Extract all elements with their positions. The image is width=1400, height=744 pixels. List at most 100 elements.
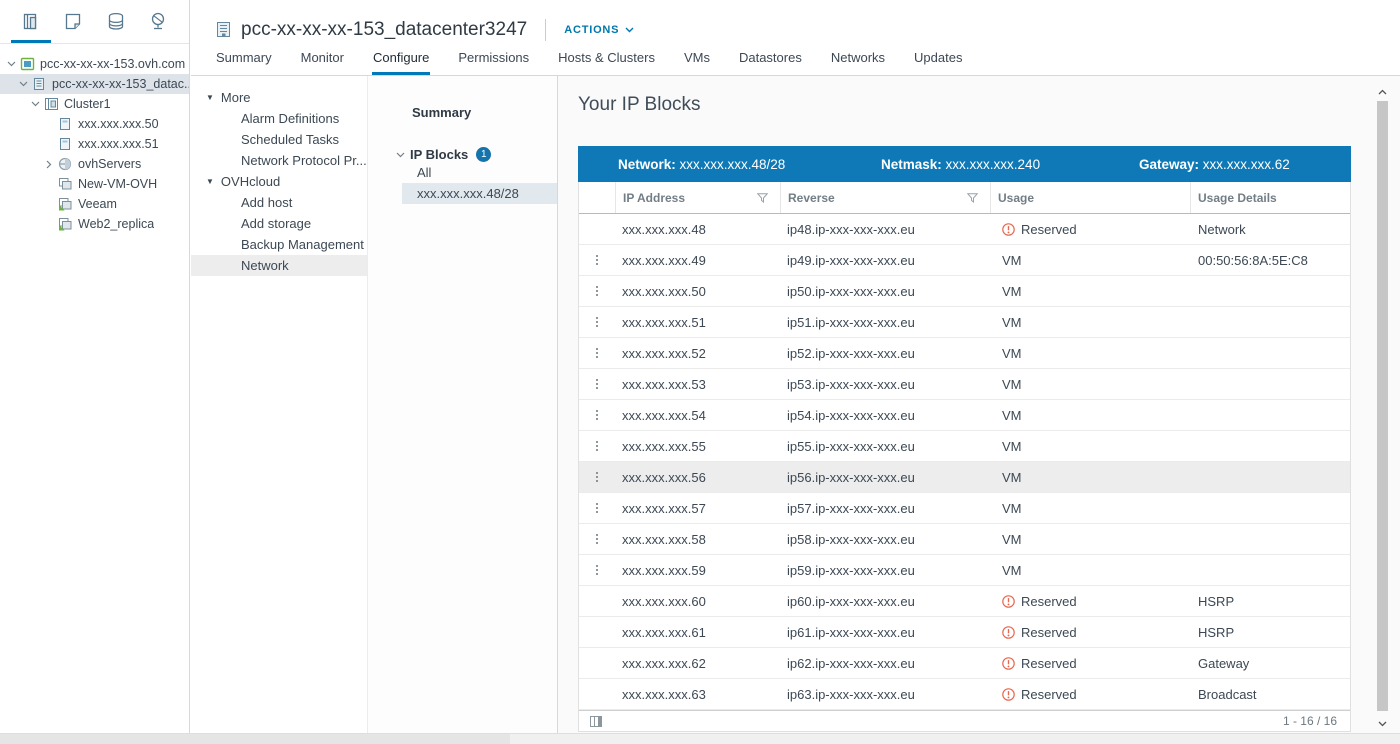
vms-and-templates-icon[interactable]: [56, 0, 90, 43]
usage-label: VM: [1002, 253, 1022, 268]
table-row[interactable]: xxx.xxx.xxx.51ip51.ip-xxx-xxx-xxx.euVM: [579, 307, 1350, 338]
configure-item-add-storage[interactable]: Add storage: [191, 213, 367, 234]
reverse-cell: ip59.ip-xxx-xxx-xxx.eu: [780, 563, 990, 578]
column-header-usage[interactable]: Usage: [990, 182, 1190, 213]
usage-label: VM: [1002, 377, 1022, 392]
configure-group-more[interactable]: ▼More: [191, 87, 367, 108]
tab-configure[interactable]: Configure: [372, 46, 430, 75]
usage-cell: VM: [990, 532, 1190, 547]
configure-item-backup-management[interactable]: Backup Management: [191, 234, 367, 255]
kebab-menu-icon[interactable]: [592, 344, 602, 362]
table-row[interactable]: xxx.xxx.xxx.63ip63.ip-xxx-xxx-xxx.euRese…: [579, 679, 1350, 710]
kebab-menu-icon[interactable]: [592, 437, 602, 455]
table-row[interactable]: xxx.xxx.xxx.55ip55.ip-xxx-xxx-xxx.euVM: [579, 431, 1350, 462]
column-header-ip-address[interactable]: IP Address: [615, 182, 780, 213]
tree-item[interactable]: xxx.xxx.xxx.50: [0, 114, 189, 134]
reverse-cell: ip60.ip-xxx-xxx-xxx.eu: [780, 594, 990, 609]
table-row[interactable]: xxx.xxx.xxx.60ip60.ip-xxx-xxx-xxx.euRese…: [579, 586, 1350, 617]
ip-block-list-item[interactable]: All: [402, 162, 557, 183]
tree-item[interactable]: Veeam: [0, 194, 189, 214]
tab-hosts-clusters[interactable]: Hosts & Clusters: [557, 46, 656, 75]
usage-cell: Reserved: [990, 687, 1190, 702]
usage-cell: VM: [990, 408, 1190, 423]
kebab-menu-icon[interactable]: [592, 499, 602, 517]
storage-icon[interactable]: [99, 0, 133, 43]
chevron-down-icon[interactable]: [28, 101, 42, 107]
row-actions-cell: [579, 437, 615, 455]
tab-monitor[interactable]: Monitor: [300, 46, 345, 75]
scroll-down-icon[interactable]: [1374, 717, 1391, 731]
tree-item[interactable]: pcc-xx-xx-xx-153_datac...: [0, 74, 189, 94]
tab-datastores[interactable]: Datastores: [738, 46, 803, 75]
table-row[interactable]: xxx.xxx.xxx.49ip49.ip-xxx-xxx-xxx.euVM00…: [579, 245, 1350, 276]
ip-table-header: IP AddressReverseUsageUsage Details: [579, 182, 1350, 214]
tree-item[interactable]: xxx.xxx.xxx.51: [0, 134, 189, 154]
chevron-right-icon[interactable]: [42, 160, 56, 169]
chevron-down-icon[interactable]: [16, 81, 30, 87]
configure-group-ovhcloud[interactable]: ▼OVHcloud: [191, 171, 367, 192]
kebab-menu-icon[interactable]: [592, 561, 602, 579]
configure-item-add-host[interactable]: Add host: [191, 192, 367, 213]
kebab-menu-icon[interactable]: [592, 468, 602, 486]
tab-vms[interactable]: VMs: [683, 46, 711, 75]
filter-icon[interactable]: [757, 193, 768, 203]
actions-menu-button[interactable]: ACTIONS: [545, 19, 634, 41]
networks-icon[interactable]: [141, 0, 175, 43]
ip-address-cell: xxx.xxx.xxx.60: [615, 594, 780, 609]
tab-permissions[interactable]: Permissions: [457, 46, 530, 75]
kebab-menu-icon[interactable]: [592, 406, 602, 424]
column-header-usage-details[interactable]: Usage Details: [1190, 182, 1350, 213]
triangle-down-icon: ▼: [206, 177, 214, 186]
table-row[interactable]: xxx.xxx.xxx.53ip53.ip-xxx-xxx-xxx.euVM: [579, 369, 1350, 400]
table-row[interactable]: xxx.xxx.xxx.58ip58.ip-xxx-xxx-xxx.euVM: [579, 524, 1350, 555]
kebab-menu-icon[interactable]: [592, 251, 602, 269]
kebab-menu-icon[interactable]: [592, 282, 602, 300]
table-row[interactable]: xxx.xxx.xxx.59ip59.ip-xxx-xxx-xxx.euVM: [579, 555, 1350, 586]
column-settings-icon[interactable]: [590, 716, 602, 727]
ip-address-cell: xxx.xxx.xxx.51: [615, 315, 780, 330]
hosts-and-clusters-icon[interactable]: [14, 0, 48, 43]
kebab-menu-icon[interactable]: [592, 375, 602, 393]
tree-item-label: Web2_replica: [74, 217, 154, 231]
tree-item[interactable]: pcc-xx-xx-xx-153.ovh.com: [0, 54, 189, 74]
table-row[interactable]: xxx.xxx.xxx.52ip52.ip-xxx-xxx-xxx.euVM: [579, 338, 1350, 369]
reserved-icon: [1002, 223, 1015, 236]
kebab-menu-icon[interactable]: [592, 530, 602, 548]
tree-item[interactable]: ovhServers: [0, 154, 189, 174]
kebab-menu-icon[interactable]: [592, 313, 602, 331]
tree-item[interactable]: Web2_replica: [0, 214, 189, 234]
table-row[interactable]: xxx.xxx.xxx.61ip61.ip-xxx-xxx-xxx.euRese…: [579, 617, 1350, 648]
scroll-up-icon[interactable]: [1374, 85, 1391, 99]
ip-address-cell: xxx.xxx.xxx.48: [615, 222, 780, 237]
reserved-icon: [1002, 595, 1015, 608]
table-row[interactable]: xxx.xxx.xxx.48ip48.ip-xxx-xxx-xxx.euRese…: [579, 214, 1350, 245]
table-row[interactable]: xxx.xxx.xxx.57ip57.ip-xxx-xxx-xxx.euVM: [579, 493, 1350, 524]
table-row[interactable]: xxx.xxx.xxx.50ip50.ip-xxx-xxx-xxx.euVM: [579, 276, 1350, 307]
table-row[interactable]: xxx.xxx.xxx.56ip56.ip-xxx-xxx-xxx.euVM: [579, 462, 1350, 493]
tree-item[interactable]: Cluster1: [0, 94, 189, 114]
column-header-reverse[interactable]: Reverse: [780, 182, 990, 213]
reverse-cell: ip53.ip-xxx-xxx-xxx.eu: [780, 377, 990, 392]
configure-item-network[interactable]: Network: [191, 255, 367, 276]
usage-cell: VM: [990, 346, 1190, 361]
chevron-down-icon[interactable]: [4, 61, 18, 67]
configure-item-network-protocol-pr-[interactable]: Network Protocol Pr...: [191, 150, 367, 171]
row-actions-cell: [579, 251, 615, 269]
tab-updates[interactable]: Updates: [913, 46, 963, 75]
tab-networks[interactable]: Networks: [830, 46, 886, 75]
reverse-cell: ip63.ip-xxx-xxx-xxx.eu: [780, 687, 990, 702]
ip-block-list-item[interactable]: xxx.xxx.xxx.48/28: [402, 183, 557, 204]
reverse-cell: ip54.ip-xxx-xxx-xxx.eu: [780, 408, 990, 423]
ip-address-cell: xxx.xxx.xxx.57: [615, 501, 780, 516]
tree-item[interactable]: New-VM-OVH: [0, 174, 189, 194]
configure-item-alarm-definitions[interactable]: Alarm Definitions: [191, 108, 367, 129]
scrollbar-thumb[interactable]: [1377, 101, 1388, 711]
table-row[interactable]: xxx.xxx.xxx.62ip62.ip-xxx-xxx-xxx.euRese…: [579, 648, 1350, 679]
table-row[interactable]: xxx.xxx.xxx.54ip54.ip-xxx-xxx-xxx.euVM: [579, 400, 1350, 431]
ip-blocks-section-toggle[interactable]: IP Blocks 1: [368, 147, 557, 162]
configure-item-scheduled-tasks[interactable]: Scheduled Tasks: [191, 129, 367, 150]
tab-summary[interactable]: Summary: [215, 46, 273, 75]
filter-icon[interactable]: [967, 193, 978, 203]
inventory-tree: pcc-xx-xx-xx-153.ovh.compcc-xx-xx-xx-153…: [0, 44, 189, 234]
reverse-cell: ip58.ip-xxx-xxx-xxx.eu: [780, 532, 990, 547]
